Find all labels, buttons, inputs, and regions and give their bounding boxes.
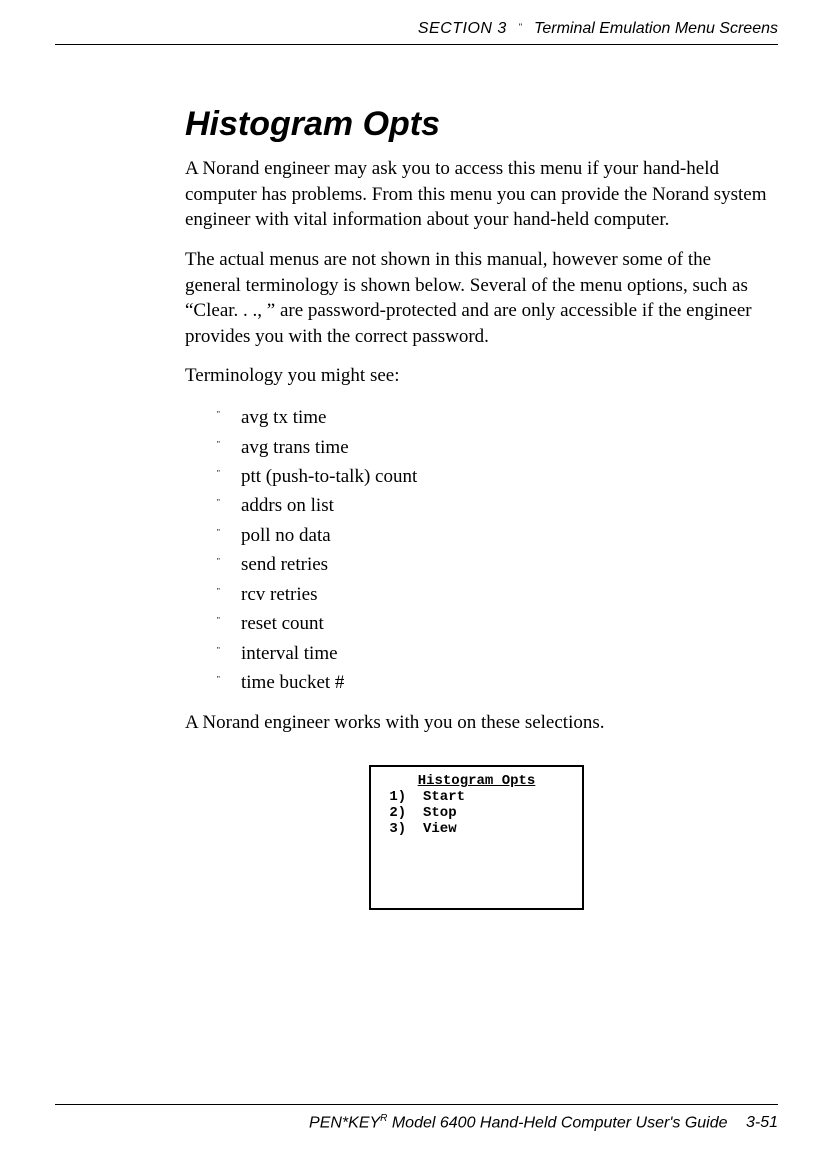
menu-item: 1) Start <box>381 789 572 805</box>
list-item: ptt (push-to-talk) count <box>217 462 768 491</box>
menu-item: 2) Stop <box>381 805 572 821</box>
menu-item: 3) View <box>381 821 572 837</box>
page-title: Histogram Opts <box>185 105 768 144</box>
header-title: Terminal Emulation Menu Screens <box>534 20 778 38</box>
page-header: SECTION 3 " Terminal Emulation Menu Scre… <box>55 20 778 44</box>
menu-box-container: Histogram Opts 1) Start 2) Stop 3) View <box>185 765 768 910</box>
terminology-list: avg tx time avg trans time ptt (push-to-… <box>217 403 768 697</box>
list-item: poll no data <box>217 521 768 550</box>
body-paragraph-3: Terminology you might see: <box>185 363 768 389</box>
list-item: rcv retries <box>217 580 768 609</box>
footer-product-prefix: PEN*KEY <box>309 1114 380 1131</box>
menu-box-title: Histogram Opts <box>381 773 572 789</box>
page: SECTION 3 " Terminal Emulation Menu Scre… <box>0 0 833 1162</box>
list-item: addrs on list <box>217 491 768 520</box>
header-separator: " <box>519 22 522 32</box>
content-area: Histogram Opts A Norand engineer may ask… <box>55 45 778 910</box>
footer-product-rest: Model 6400 Hand-Held Computer User's Gui… <box>387 1114 727 1131</box>
page-footer: PEN*KEYR Model 6400 Hand-Held Computer U… <box>55 1104 778 1132</box>
footer-line: PEN*KEYR Model 6400 Hand-Held Computer U… <box>55 1113 778 1132</box>
footer-rule <box>55 1104 778 1105</box>
list-item: reset count <box>217 609 768 638</box>
list-item: avg trans time <box>217 433 768 462</box>
list-item: send retries <box>217 550 768 579</box>
list-item: avg tx time <box>217 403 768 432</box>
menu-box: Histogram Opts 1) Start 2) Stop 3) View <box>369 765 584 910</box>
list-item: time bucket # <box>217 668 768 697</box>
list-item: interval time <box>217 639 768 668</box>
section-label: SECTION 3 <box>418 20 507 38</box>
footer-page-number: 3-51 <box>746 1114 778 1131</box>
body-paragraph-4: A Norand engineer works with you on thes… <box>185 710 768 736</box>
body-paragraph-2: The actual menus are not shown in this m… <box>185 247 768 350</box>
body-paragraph-1: A Norand engineer may ask you to access … <box>185 156 768 233</box>
